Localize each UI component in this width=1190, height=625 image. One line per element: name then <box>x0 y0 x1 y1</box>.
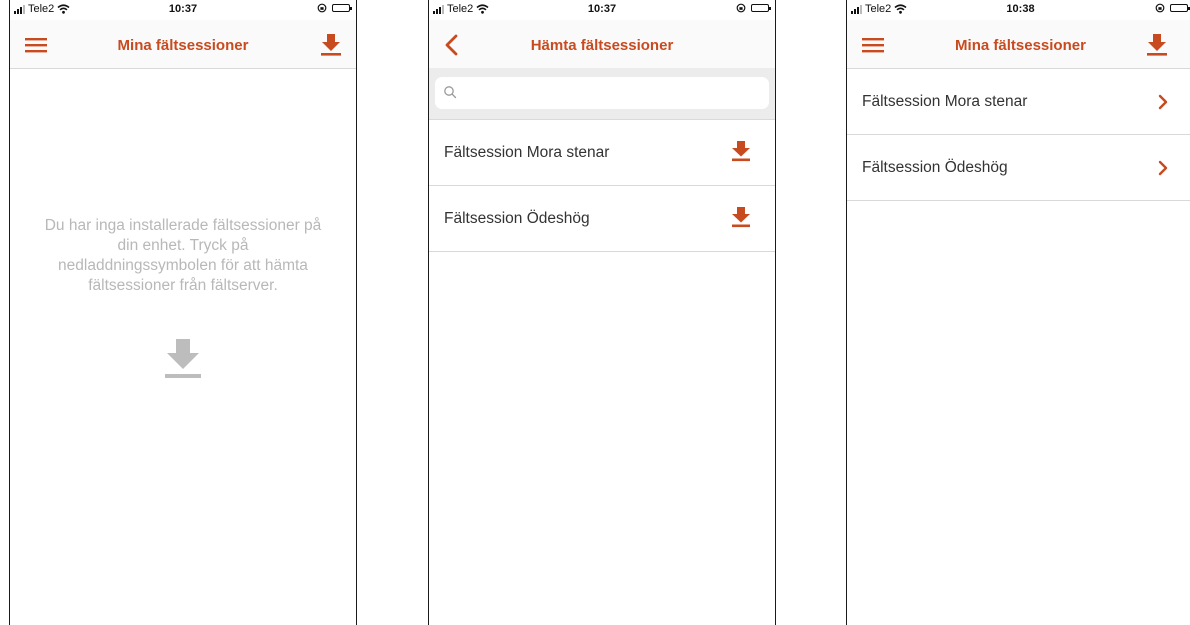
list-item[interactable]: Fältsession Mora stenar <box>429 120 775 186</box>
session-name: Fältsession Mora stenar <box>862 93 1028 110</box>
orientation-lock-icon <box>317 3 327 13</box>
download-icon[interactable] <box>731 140 751 162</box>
search-bar <box>429 68 775 120</box>
session-name: Fältsession Mora stenar <box>444 144 610 161</box>
screen-my-sessions-empty: Tele2 10:37 Mina fältsessioner Du har in… <box>9 0 357 625</box>
navigation-bar: Hämta fältsessioner <box>429 20 775 69</box>
download-icon[interactable] <box>731 206 751 228</box>
download-icon[interactable] <box>1146 33 1168 57</box>
screen-my-sessions-list: Tele2 10:38 Mina fältsessioner Fältsessi… <box>846 0 1190 625</box>
list-item[interactable]: Fältsession Ödeshög <box>429 186 775 252</box>
available-sessions-list: Fältsession Mora stenar Fältsession Ödes… <box>429 120 775 252</box>
orientation-lock-icon <box>736 3 746 13</box>
chevron-right-icon <box>1158 160 1168 176</box>
status-bar: Tele2 10:37 <box>10 0 356 20</box>
session-name: Fältsession Ödeshög <box>862 159 1008 176</box>
battery-icon <box>1170 4 1190 12</box>
search-input[interactable] <box>463 81 761 107</box>
orientation-lock-icon <box>1155 3 1165 13</box>
list-item[interactable]: Fältsession Mora stenar <box>847 69 1190 135</box>
installed-sessions-list: Fältsession Mora stenar Fältsession Ödes… <box>847 69 1190 201</box>
clock: 10:37 <box>168 3 198 15</box>
chevron-right-icon <box>1158 94 1168 110</box>
empty-state-message: Du har inga installerade fältsessioner p… <box>44 217 322 294</box>
status-bar: Tele2 10:38 <box>847 0 1190 20</box>
status-bar: Tele2 10:37 <box>429 0 775 20</box>
list-item[interactable]: Fältsession Ödeshög <box>847 135 1190 201</box>
search-field[interactable] <box>435 77 769 109</box>
clock: 10:38 <box>1006 3 1035 15</box>
session-name: Fältsession Ödeshög <box>444 210 590 227</box>
navigation-bar: Mina fältsessioner <box>847 20 1190 69</box>
page-title: Hämta fältsessioner <box>530 37 674 54</box>
download-icon[interactable] <box>164 338 202 382</box>
screen-fetch-sessions: Tele2 10:37 Hämta fältsessioner Fältsess… <box>428 0 776 625</box>
clock: 10:37 <box>587 3 617 15</box>
battery-icon <box>751 4 771 12</box>
search-icon <box>444 86 457 99</box>
page-title: Mina fältsessioner <box>955 37 1086 54</box>
battery-icon <box>332 4 352 12</box>
download-icon[interactable] <box>320 33 342 57</box>
page-title: Mina fältsessioner <box>117 37 249 54</box>
navigation-bar: Mina fältsessioner <box>10 20 356 69</box>
